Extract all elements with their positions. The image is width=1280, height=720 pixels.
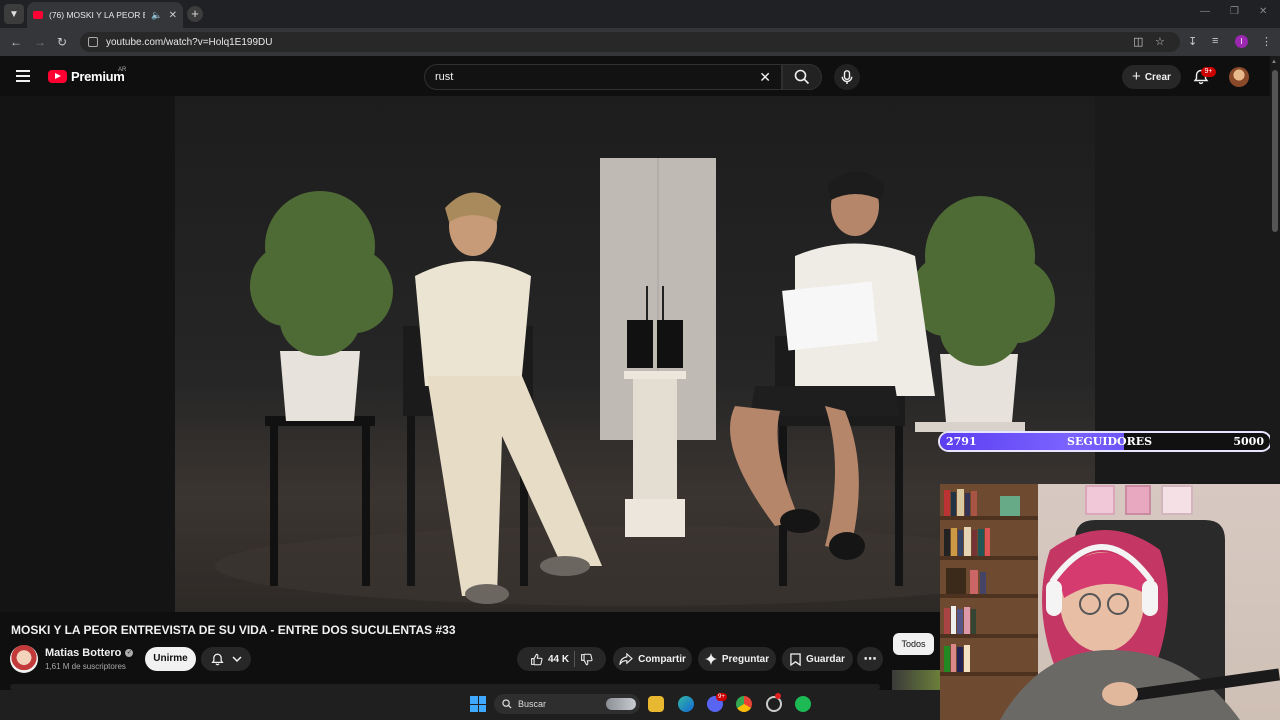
search-highlight-icon <box>606 698 636 710</box>
search-button[interactable] <box>782 64 822 90</box>
create-label: Crear <box>1144 71 1171 83</box>
share-button[interactable]: Compartir <box>613 647 692 671</box>
video-title: MOSKI Y LA PEOR ENTREVISTA DE SU VIDA - … <box>11 623 456 637</box>
ask-button[interactable]: Preguntar <box>698 647 776 671</box>
speaker-icon[interactable]: 🔈 <box>151 10 162 21</box>
taskbar-search[interactable]: Buscar <box>494 694 640 714</box>
like-divider <box>574 651 576 667</box>
ask-label: Preguntar <box>721 653 770 665</box>
followers-current: 2791 <box>946 435 977 448</box>
share-label: Compartir <box>638 653 686 665</box>
voice-search-button[interactable] <box>834 64 860 90</box>
back-arrow-icon[interactable]: ← <box>10 35 22 49</box>
like-dislike-group: 44 K <box>517 647 606 671</box>
search-icon <box>794 69 810 85</box>
create-button[interactable]: + Crear <box>1122 65 1181 89</box>
browser-tab-active[interactable]: (76) MOSKI Y LA PEOR ENT 🔈 ✕ <box>27 2 183 28</box>
tab-search-chevron-icon[interactable]: ▼ <box>4 4 24 24</box>
tab-title: (76) MOSKI Y LA PEOR ENT <box>49 10 145 20</box>
share-arrow-icon <box>619 653 633 665</box>
search-input[interactable] <box>435 71 760 83</box>
download-icon[interactable]: ↧ <box>1188 35 1197 48</box>
bookmark-star-icon[interactable]: ☆ <box>1155 35 1165 48</box>
browser-menu-icon[interactable]: ⋮ <box>1261 35 1272 48</box>
more-actions-button[interactable]: ⋯ <box>857 647 883 671</box>
screen: ▼ (76) MOSKI Y LA PEOR ENT 🔈 ✕ + — ❐ ✕ ←… <box>0 0 1280 720</box>
subscription-notifications-button[interactable] <box>201 647 251 671</box>
microphone-icon <box>841 69 853 84</box>
close-window-icon[interactable]: ✕ <box>1259 6 1267 17</box>
search-box: ✕ <box>424 64 782 90</box>
recommended-video-thumbnail[interactable] <box>892 670 940 690</box>
followers-goal: 5000 <box>1233 435 1264 448</box>
save-button[interactable]: Guardar <box>782 647 853 671</box>
followers-label: SEGUIDORES <box>1067 435 1153 448</box>
hamburger-menu-icon[interactable] <box>16 70 30 82</box>
notifications-badge: 9+ <box>1201 67 1216 77</box>
streamer-webcam <box>940 484 1280 720</box>
youtube-premium-logo[interactable]: Premium <box>48 69 125 84</box>
plus-icon: + <box>1132 68 1141 85</box>
youtube-play-logo-icon <box>48 70 67 83</box>
subscriber-count: 1,61 M de suscriptores <box>45 662 126 671</box>
browser-profile-avatar[interactable]: I <box>1235 35 1248 48</box>
webcam-scene-illustration <box>940 484 1280 720</box>
edge-browser-icon[interactable] <box>678 696 694 712</box>
join-button[interactable]: Unirme <box>145 647 196 671</box>
maximize-window-icon[interactable]: ❐ <box>1230 6 1239 17</box>
new-tab-button[interactable]: + <box>187 6 203 22</box>
bell-icon <box>210 653 224 665</box>
chevron-down-icon <box>231 656 242 663</box>
more-horizontal-icon: ⋯ <box>863 651 877 666</box>
reload-icon[interactable]: ↻ <box>57 35 67 49</box>
url-text: youtube.com/watch?v=Holq1E199DU <box>106 36 273 48</box>
browser-toolbar: ← → ↻ youtube.com/watch?v=Holq1E199DU ◫ … <box>0 28 1280 56</box>
search-icon <box>502 699 512 709</box>
followers-goal-bar: 2791 SEGUIDORES 5000 <box>938 431 1272 452</box>
brand-name: Premium <box>71 69 125 84</box>
like-count[interactable]: 44 K <box>548 654 569 665</box>
spotify-icon[interactable] <box>795 696 811 712</box>
scrollbar-thumb[interactable] <box>1272 70 1278 232</box>
filter-chip-all[interactable]: Todos <box>893 633 934 655</box>
bookmark-icon <box>790 652 801 666</box>
sparkle-icon <box>704 653 717 665</box>
channel-name: Matias Bottero <box>45 647 122 659</box>
thumbs-down-icon[interactable] <box>580 653 593 666</box>
close-tab-icon[interactable]: ✕ <box>169 10 177 21</box>
video-backdrop-left <box>0 96 175 612</box>
clear-search-icon[interactable]: ✕ <box>759 69 771 86</box>
media-queue-icon[interactable]: ≡ <box>1212 35 1218 47</box>
user-avatar[interactable] <box>1229 67 1249 87</box>
save-label: Guardar <box>806 653 845 665</box>
forward-arrow-icon[interactable]: → <box>34 35 46 49</box>
address-bar[interactable]: youtube.com/watch?v=Holq1E199DU <box>80 32 1180 52</box>
site-info-icon[interactable] <box>88 37 98 47</box>
windows-start-icon[interactable] <box>470 696 486 712</box>
browser-tab-bar: ▼ (76) MOSKI Y LA PEOR ENT 🔈 ✕ + — ❐ ✕ <box>0 0 1280 28</box>
region-code: AR <box>118 67 127 73</box>
youtube-header: Premium AR ✕ + Crear <box>0 56 1280 96</box>
discord-badge: 9+ <box>716 693 727 701</box>
file-explorer-icon[interactable] <box>648 696 664 712</box>
thumbs-up-icon[interactable] <box>530 653 543 666</box>
taskbar-search-label: Buscar <box>518 699 547 709</box>
youtube-favicon-icon <box>33 11 43 19</box>
channel-name-link[interactable]: Matias Bottero ✓ <box>45 647 134 659</box>
scroll-up-arrow-icon[interactable]: ▲ <box>1271 59 1277 65</box>
cast-icon[interactable]: ◫ <box>1133 35 1143 48</box>
chrome-icon[interactable] <box>736 696 752 712</box>
minimize-window-icon[interactable]: — <box>1200 6 1210 17</box>
channel-avatar[interactable] <box>10 645 38 673</box>
verified-check-icon: ✓ <box>125 649 134 657</box>
recording-indicator-icon <box>775 693 781 699</box>
